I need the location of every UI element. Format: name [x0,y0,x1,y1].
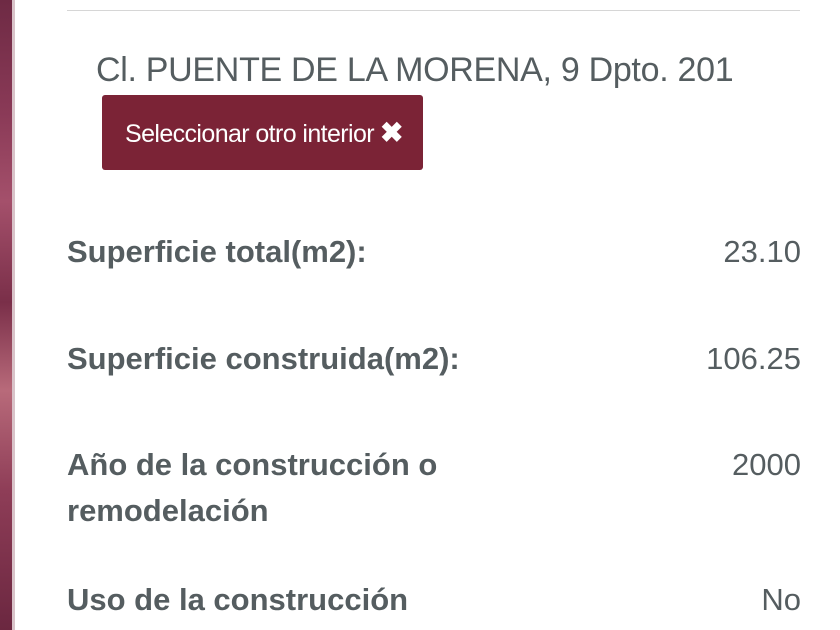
close-icon: ✖ [380,116,403,148]
detail-row-total-area: Superficie total(m2): 23.10 [67,229,801,275]
detail-row-built-area: Superficie construida(m2): 106.25 [67,336,801,382]
detail-label: Superficie construida(m2): [67,341,460,376]
map-background-strip [0,0,15,630]
detail-value: No [761,582,801,617]
detail-value: 23.10 [723,234,801,269]
address-text: Cl. PUENTE DE LA MORENA, 9 Dpto. 201 [96,51,734,89]
select-other-interior-button[interactable]: Seleccionar otro interior ✖ [102,94,423,170]
detail-label: Uso de la construcción [67,582,409,617]
detail-label: Superficie total(m2): [67,234,367,269]
detail-row-construction-year: Año de la construcción o remodelación 20… [67,442,801,534]
select-other-interior-label: Seleccionar otro interior [125,119,375,148]
address-block: Cl. PUENTE DE LA MORENA, 9 Dpto. 201 Sel… [96,38,796,170]
divider [67,10,800,11]
detail-value: 2000 [732,447,801,482]
detail-value: 106.25 [706,341,801,376]
property-info-panel: Cl. PUENTE DE LA MORENA, 9 Dpto. 201 Sel… [15,0,840,630]
detail-row-construction-use: Uso de la construcción No [67,577,801,623]
detail-label: Año de la construcción o remodelación [67,447,438,528]
